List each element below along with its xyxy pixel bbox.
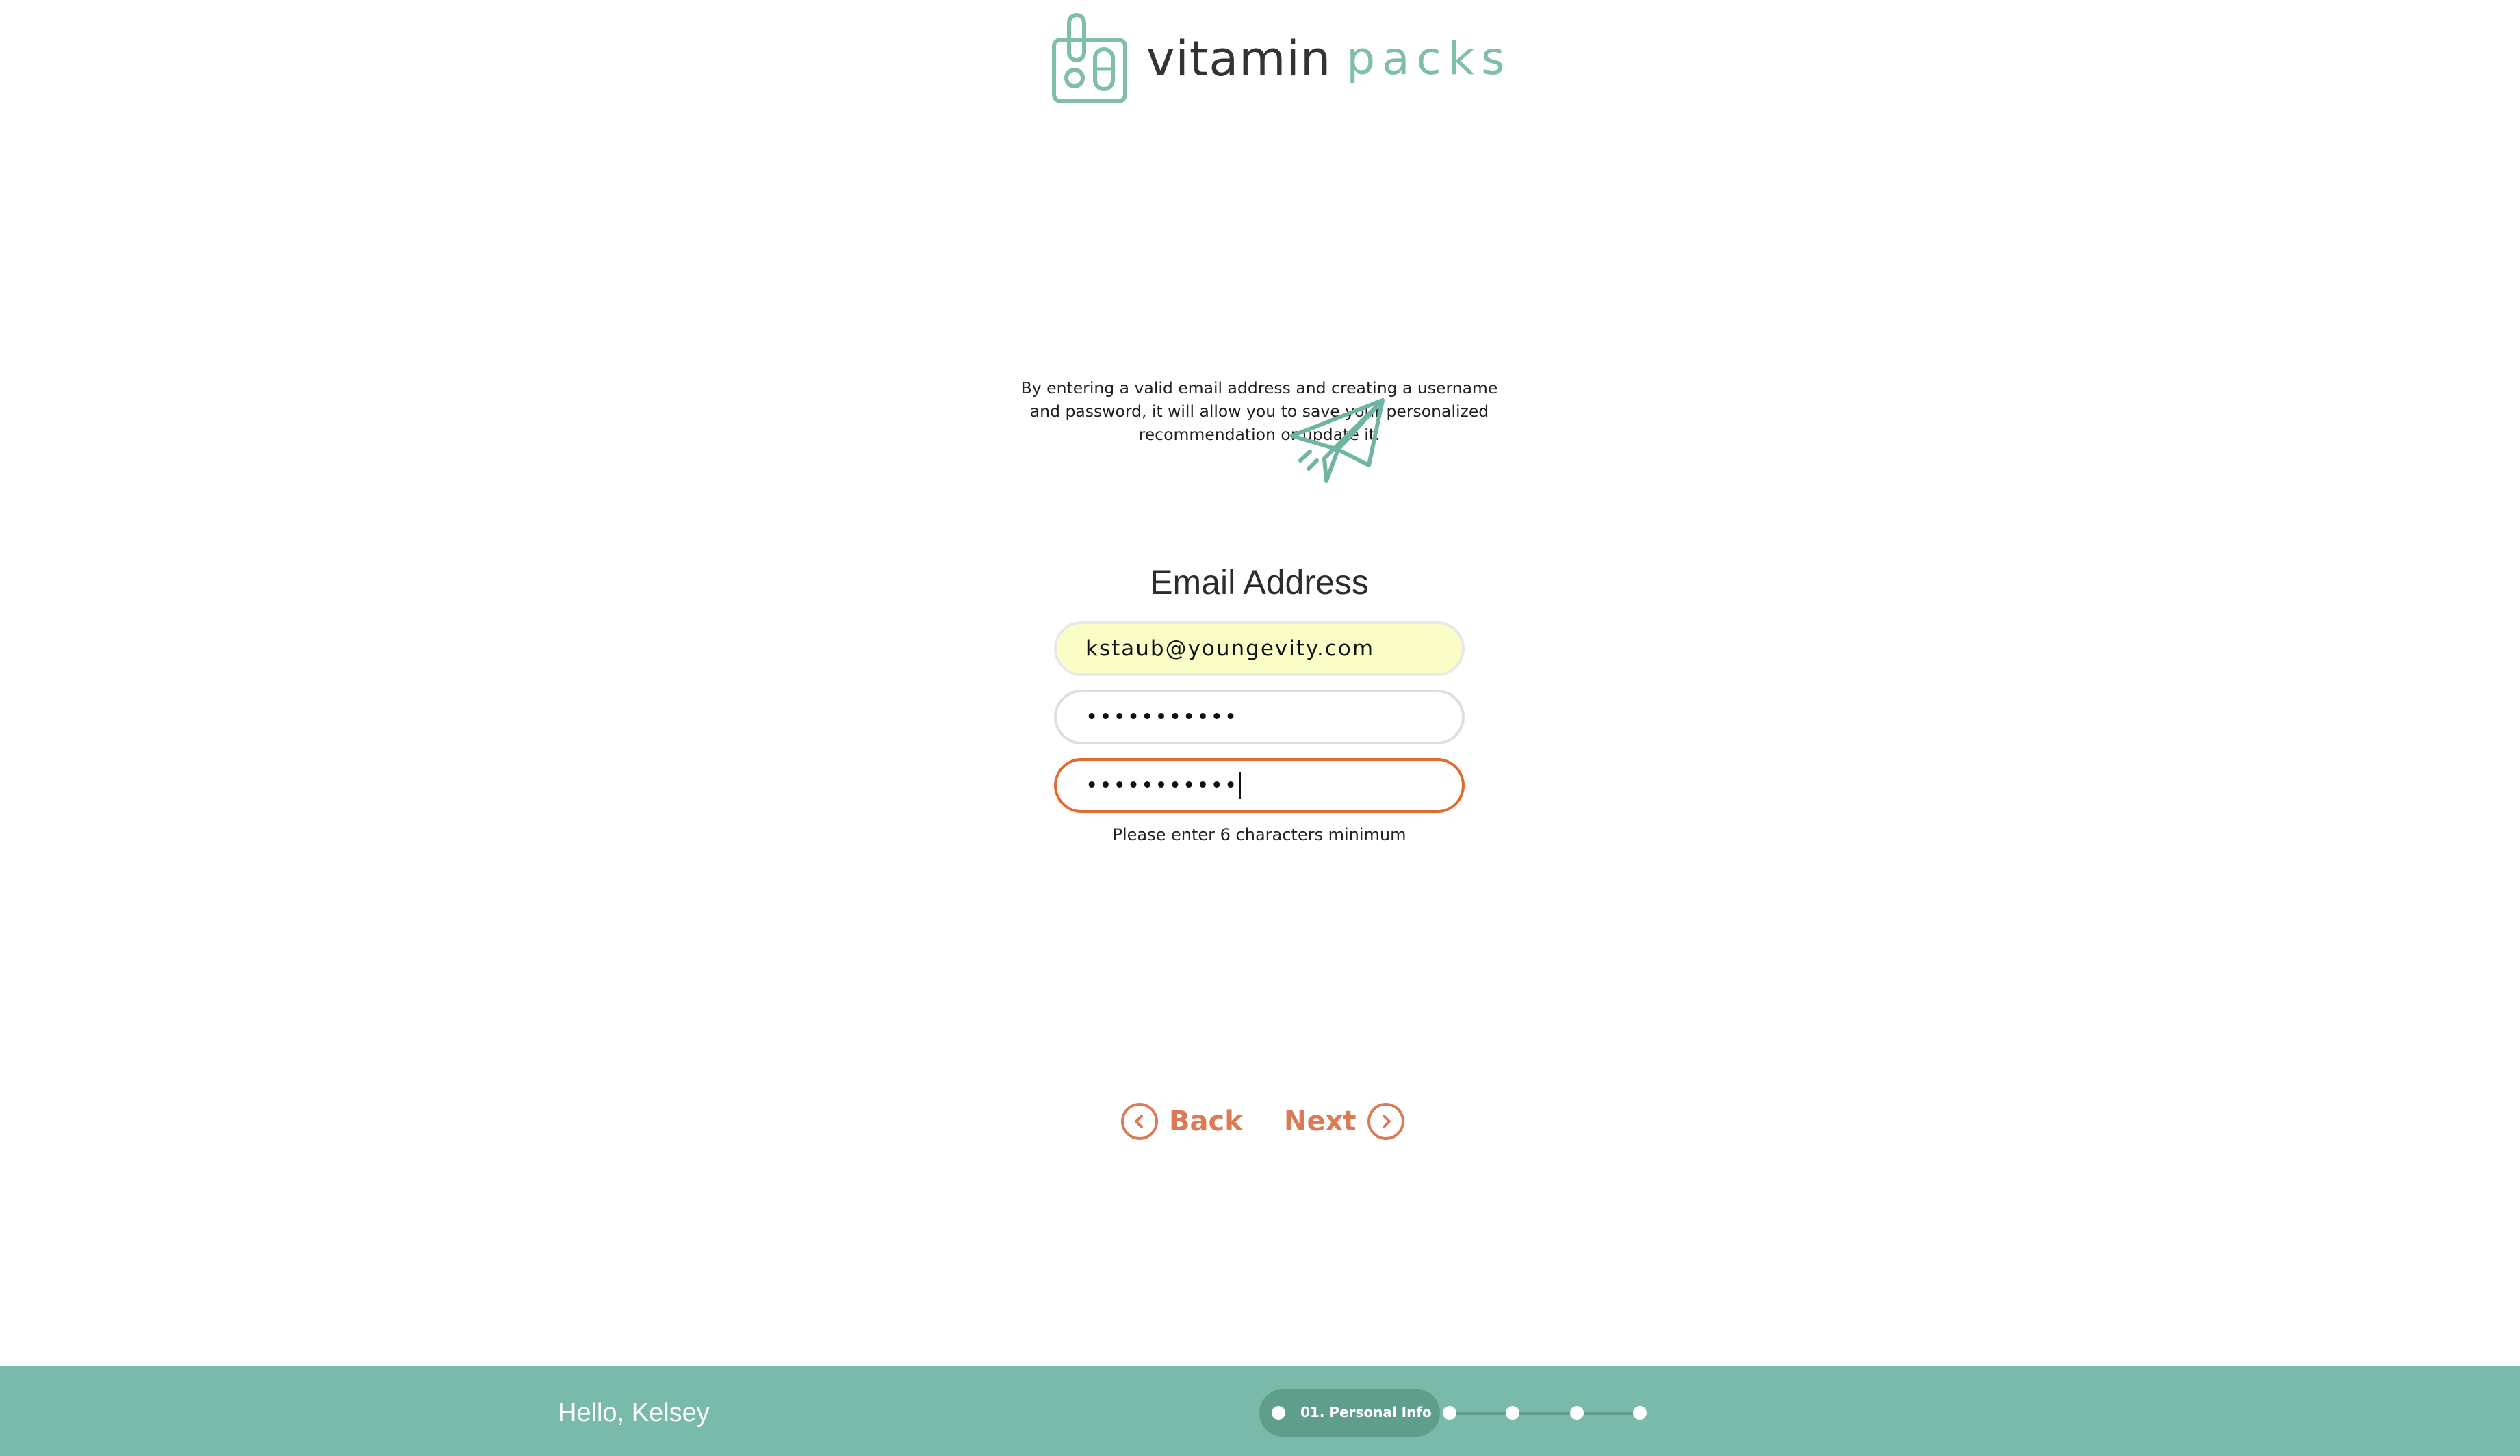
email-field[interactable]: kstaub@youngevity.com (1054, 621, 1465, 676)
current-step-label: 01. Personal Info (1300, 1404, 1432, 1420)
next-label: Next (1284, 1106, 1357, 1137)
intro-text: By entering a valid email address and cr… (1020, 378, 1498, 444)
footer-bar: Hello, Kelsey 01. Personal Info (0, 1366, 2520, 1456)
current-step-pill[interactable]: 01. Personal Info (1259, 1389, 1440, 1437)
step-dot-2[interactable] (1443, 1406, 1456, 1420)
progress-track (1444, 1412, 1643, 1415)
next-button[interactable]: Next (1284, 1100, 1404, 1143)
step-dot-3[interactable] (1506, 1406, 1519, 1420)
chevron-right-icon (1367, 1103, 1404, 1140)
password-field[interactable]: ••••••••••• (1054, 690, 1465, 744)
step-dot-current (1272, 1406, 1285, 1420)
logo: vitamin packs (1051, 12, 1511, 105)
confirm-password-field[interactable]: ••••••••••• (1054, 758, 1465, 813)
chevron-left-icon (1121, 1103, 1158, 1140)
confirm-password-value: ••••••••••• (1085, 773, 1239, 798)
form-title: Email Address (1150, 563, 1369, 601)
step-dot-4[interactable] (1570, 1406, 1584, 1420)
user-greeting: Hello, Kelsey (558, 1399, 710, 1427)
vitamin-pack-logo-icon (1052, 13, 1127, 103)
step-dot-5[interactable] (1633, 1406, 1647, 1420)
email-value: kstaub@youngevity.com (1085, 636, 1375, 661)
brand-name-strong: vitamin (1146, 30, 1332, 87)
back-button[interactable]: Back (1121, 1100, 1243, 1143)
password-value: ••••••••••• (1085, 705, 1239, 729)
text-caret (1239, 772, 1242, 799)
paper-plane-icon (1290, 398, 1385, 483)
brand-name-light: packs (1346, 32, 1512, 85)
validation-hint: Please enter 6 characters minimum (1112, 825, 1406, 844)
back-label: Back (1169, 1106, 1243, 1137)
step-progress: 01. Personal Info (1259, 1389, 1656, 1437)
